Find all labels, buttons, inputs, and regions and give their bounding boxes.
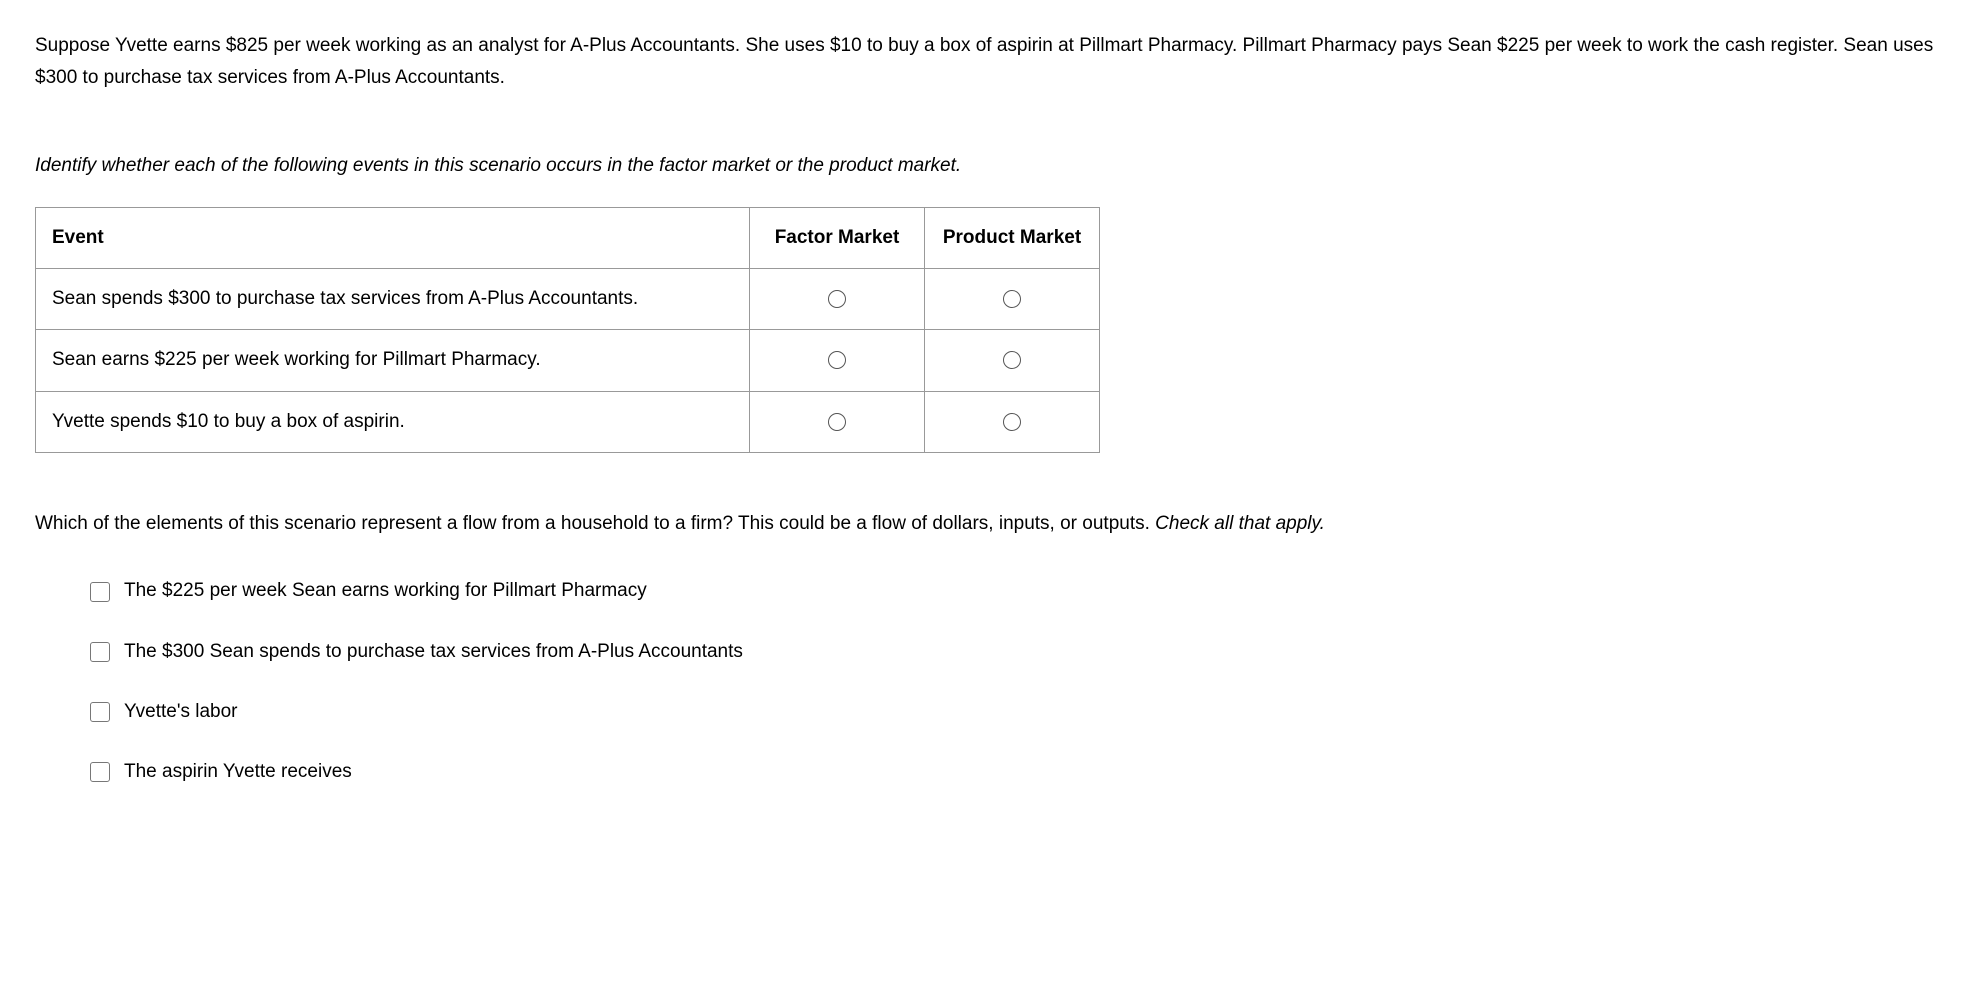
header-factor: Factor Market bbox=[750, 207, 925, 268]
scenario-text: Suppose Yvette earns $825 per week worki… bbox=[35, 30, 1951, 95]
table-row: Yvette spends $10 to buy a box of aspiri… bbox=[36, 391, 1100, 452]
checkbox-input[interactable] bbox=[90, 642, 110, 662]
radio-input[interactable] bbox=[828, 351, 846, 369]
question2-text: Which of the elements of this scenario r… bbox=[35, 508, 1951, 540]
checkbox-label: The $225 per week Sean earns working for… bbox=[124, 575, 647, 607]
checkbox-list: The $225 per week Sean earns working for… bbox=[35, 575, 1951, 788]
table-header-row: Event Factor Market Product Market bbox=[36, 207, 1100, 268]
table-row: Sean earns $225 per week working for Pil… bbox=[36, 330, 1100, 391]
event-cell: Sean earns $225 per week working for Pil… bbox=[36, 330, 750, 391]
checkbox-label: The aspirin Yvette receives bbox=[124, 756, 352, 788]
event-cell: Yvette spends $10 to buy a box of aspiri… bbox=[36, 391, 750, 452]
header-event: Event bbox=[36, 207, 750, 268]
checkbox-input[interactable] bbox=[90, 582, 110, 602]
table-row: Sean spends $300 to purchase tax service… bbox=[36, 269, 1100, 330]
product-cell bbox=[925, 391, 1100, 452]
checkbox-option: The aspirin Yvette receives bbox=[90, 756, 1951, 788]
factor-cell bbox=[750, 391, 925, 452]
radio-input[interactable] bbox=[828, 413, 846, 431]
checkbox-option: Yvette's labor bbox=[90, 696, 1951, 728]
radio-input[interactable] bbox=[1003, 413, 1021, 431]
checkbox-input[interactable] bbox=[90, 702, 110, 722]
checkbox-label: Yvette's labor bbox=[124, 696, 237, 728]
instruction-text: Identify whether each of the following e… bbox=[35, 150, 1951, 182]
radio-input[interactable] bbox=[828, 290, 846, 308]
checkbox-option: The $225 per week Sean earns working for… bbox=[90, 575, 1951, 607]
question2-main: Which of the elements of this scenario r… bbox=[35, 513, 1155, 534]
factor-cell bbox=[750, 330, 925, 391]
radio-input[interactable] bbox=[1003, 290, 1021, 308]
radio-input[interactable] bbox=[1003, 351, 1021, 369]
checkbox-option: The $300 Sean spends to purchase tax ser… bbox=[90, 636, 1951, 668]
checkbox-label: The $300 Sean spends to purchase tax ser… bbox=[124, 636, 743, 668]
product-cell bbox=[925, 330, 1100, 391]
checkbox-input[interactable] bbox=[90, 762, 110, 782]
factor-cell bbox=[750, 269, 925, 330]
product-cell bbox=[925, 269, 1100, 330]
question2-hint: Check all that apply. bbox=[1155, 513, 1325, 534]
header-product: Product Market bbox=[925, 207, 1100, 268]
event-cell: Sean spends $300 to purchase tax service… bbox=[36, 269, 750, 330]
market-table: Event Factor Market Product Market Sean … bbox=[35, 207, 1100, 453]
